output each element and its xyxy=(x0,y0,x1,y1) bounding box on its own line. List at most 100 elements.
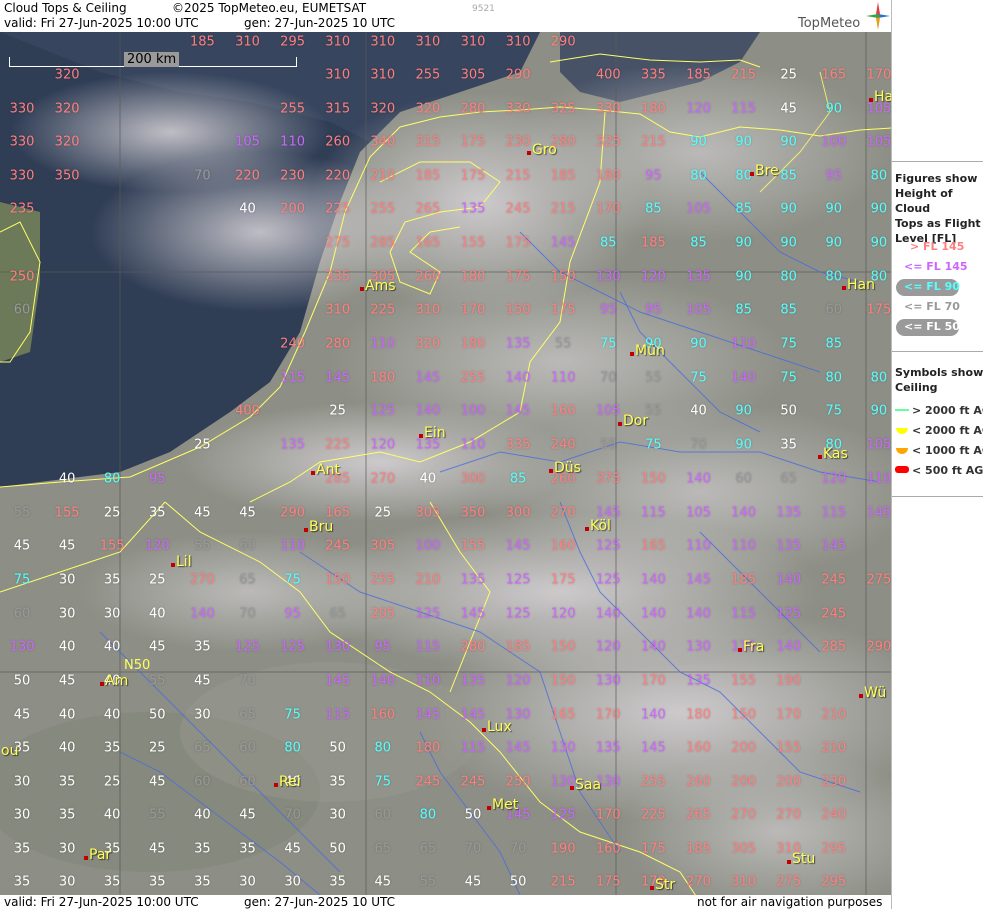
cloud-top-value: 90 xyxy=(825,235,843,251)
cloud-top-value: 70 xyxy=(239,673,256,689)
city-label: Stu xyxy=(792,851,816,867)
cloud-top-value: 290 xyxy=(550,34,576,50)
cloud-top-value: 160 xyxy=(595,841,621,857)
cloud-top-value: 45 xyxy=(239,807,256,823)
cloud-top-value: 50 xyxy=(509,874,527,890)
cloud-top-value: 115 xyxy=(415,639,441,655)
cloud-top-value: 50 xyxy=(329,841,346,857)
cloud-top-value: 185 xyxy=(640,235,666,251)
cloud-top-value: 25 xyxy=(149,572,166,588)
cloud-top-value: 65 xyxy=(374,841,392,857)
cloud-top-value: 30 xyxy=(58,572,76,588)
cloud-top-value: 145 xyxy=(686,572,711,588)
cloud-top-value: 300 xyxy=(505,505,531,521)
cloud-top-value: 145 xyxy=(505,740,531,756)
cloud-top-value: 70 xyxy=(690,437,707,453)
cloud-top-value: 180 xyxy=(370,370,396,386)
cloud-top-value: 270 xyxy=(731,807,757,823)
cloud-top-value: 145 xyxy=(325,370,351,386)
ceiling-symbol xyxy=(895,466,909,473)
cloud-top-value: 60 xyxy=(374,807,392,823)
cloud-top-value: 290 xyxy=(280,505,306,521)
cloud-top-value: 140 xyxy=(686,606,711,622)
cloud-top-value: 95 xyxy=(645,168,662,184)
cloud-top-value: 35 xyxy=(194,841,211,857)
cloud-top-value: 135 xyxy=(280,437,306,453)
cloud-top-value: 80 xyxy=(870,370,888,386)
cloud-top-value: 135 xyxy=(460,572,486,588)
cloud-top-value: 60 xyxy=(239,774,256,790)
cloud-top-value: 225 xyxy=(325,201,351,217)
cloud-top-value: 330 xyxy=(9,101,35,117)
map-code: 9521 xyxy=(472,4,495,14)
city-marker xyxy=(570,786,574,790)
cloud-top-value: 400 xyxy=(595,67,621,83)
cloud-top-value: 40 xyxy=(239,201,256,217)
satellite-map[interactable]: 200 km N50 185 310 295 310 310 310 310 310 290 32… xyxy=(0,32,891,895)
cloud-top-value: 310 xyxy=(235,34,260,50)
copyright-text: ©2025 TopMeteo.eu, EUMETSAT xyxy=(172,1,367,15)
cloud-top-value: 50 xyxy=(329,740,346,756)
cloud-top-value: 60 xyxy=(13,302,31,318)
cloud-top-value: 25 xyxy=(329,403,346,419)
cloud-top-value: 80 xyxy=(870,168,888,184)
cloud-top-value: 90 xyxy=(825,101,843,117)
cloud-top-value: 155 xyxy=(99,538,125,554)
cloud-top-value: 40 xyxy=(103,807,121,823)
footer-gen-time: gen: 27-Jun-2025 10 UTC xyxy=(244,895,396,909)
cloud-top-value: 145 xyxy=(325,673,351,689)
cloud-top-value: 200 xyxy=(731,740,757,756)
ceiling-symbol xyxy=(896,448,908,454)
cloud-top-value: 220 xyxy=(325,168,351,184)
cloud-top-value: 175 xyxy=(866,302,891,318)
cloud-top-value: 115 xyxy=(325,707,351,723)
cloud-top-value: 45 xyxy=(194,505,211,521)
cloud-top-value: 185 xyxy=(415,168,441,184)
cloud-top-value: 155 xyxy=(54,505,80,521)
cloud-top-value: 155 xyxy=(460,235,486,251)
map-title: Cloud Tops & Ceiling xyxy=(4,1,127,15)
cloud-top-value: 110 xyxy=(370,336,396,352)
cloud-top-value: 310 xyxy=(325,67,351,83)
cloud-top-value: 145 xyxy=(460,606,486,622)
city-marker xyxy=(750,172,754,176)
cloud-top-value: 85 xyxy=(645,201,662,217)
cloud-top-value: 75 xyxy=(825,403,843,419)
cloud-top-value: 185 xyxy=(189,34,215,50)
cloud-top-value: 45 xyxy=(464,874,482,890)
cloud-top-value: 125 xyxy=(235,639,260,655)
city-label: Rei xyxy=(279,774,301,790)
cloud-top-value: 330 xyxy=(9,168,35,184)
cloud-top-value: 110 xyxy=(731,336,757,352)
cloud-top-value: 140 xyxy=(370,673,396,689)
cloud-top-value: 100 xyxy=(460,403,486,419)
city-marker xyxy=(842,286,846,290)
cloud-top-value: 30 xyxy=(329,807,346,823)
cloud-top-value: 70 xyxy=(464,841,482,857)
cloud-top-value: 145 xyxy=(550,235,576,251)
cloud-top-value: 85 xyxy=(825,336,843,352)
cloud-top-value: 35 xyxy=(149,874,166,890)
cloud-top-value: 105 xyxy=(866,437,891,453)
cloud-top-value: 335 xyxy=(325,269,351,285)
cloud-top-value: 135 xyxy=(686,673,711,689)
cloud-top-value: 115 xyxy=(731,606,757,622)
cloud-top-value: 120 xyxy=(595,639,621,655)
cloud-top-value: 95 xyxy=(645,302,662,318)
cloud-top-value: 150 xyxy=(325,572,351,588)
city-label: Lux xyxy=(487,719,512,735)
cloud-top-value: 90 xyxy=(690,134,707,150)
city-marker xyxy=(487,806,491,810)
cloud-top-value: 55 xyxy=(554,336,572,352)
cloud-top-value: 350 xyxy=(54,168,80,184)
cloud-top-value: 80 xyxy=(825,269,843,285)
cloud-top-value: 165 xyxy=(640,538,666,554)
city-marker xyxy=(482,728,486,732)
cloud-top-value: 140 xyxy=(505,370,531,386)
cloud-top-value: 200 xyxy=(776,774,802,790)
cloud-top-value: 140 xyxy=(686,471,711,487)
city-marker xyxy=(585,527,589,531)
cloud-top-value: 100 xyxy=(821,134,847,150)
cloud-top-value: 40 xyxy=(103,639,121,655)
cloud-top-value: 35 xyxy=(329,774,346,790)
